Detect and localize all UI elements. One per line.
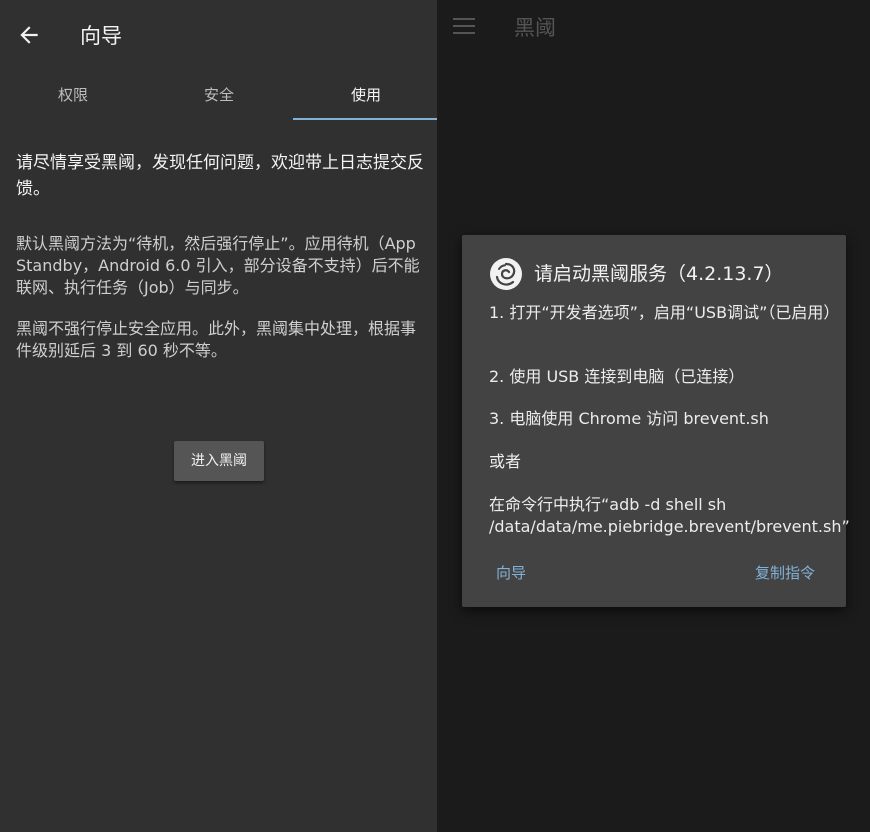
step-enable-usb-debugging: 1. 打开“开发者选项”，启用“USB调试”（已启用） xyxy=(489,303,840,322)
tab-bar: 权限 安全 使用 xyxy=(0,72,437,122)
enter-brevent-button[interactable]: 进入黑阈 xyxy=(174,441,264,481)
copy-command-button[interactable]: 复制指令 xyxy=(755,562,815,584)
intro-text: 请尽情享受黑阈，发现任何问题，欢迎带上日志提交反馈。 xyxy=(16,153,424,199)
processing-description: 黑阈不强行停止安全应用。此外，黑阈集中处理，根据事件级别延后 3 到 60 秒不… xyxy=(16,319,417,360)
dialog-title: 请启动黑阈服务（4.2.13.7） xyxy=(534,263,784,285)
command-instruction: 在命令行中执行“adb -d shell sh /data/data/me.pi… xyxy=(489,495,850,536)
main-screen: 黑阈 请启动黑阈服务（4.2.13.7） 1. 打开“开发者选项”，启用“USB… xyxy=(437,0,870,832)
start-service-dialog: 请启动黑阈服务（4.2.13.7） 1. 打开“开发者选项”，启用“USB调试”… xyxy=(462,235,850,607)
page-title: 向导 xyxy=(80,24,122,48)
method-description: 默认黑阈方法为“待机，然后强行停止”。应用待机（App Standby，Andr… xyxy=(16,234,420,297)
tab-permissions[interactable]: 权限 xyxy=(0,72,146,120)
guide-button[interactable]: 向导 xyxy=(496,562,526,584)
back-arrow-icon[interactable] xyxy=(16,22,42,48)
tab-security[interactable]: 安全 xyxy=(146,72,292,120)
or-label: 或者 xyxy=(489,452,522,471)
wizard-screen: 向导 权限 安全 使用 请尽情享受黑阈，发现任何问题，欢迎带上日志提交反馈。 默… xyxy=(0,0,437,832)
tab-usage[interactable]: 使用 xyxy=(293,72,437,120)
menu-icon[interactable] xyxy=(453,18,475,36)
app-title: 黑阈 xyxy=(514,16,556,40)
step-visit-site: 3. 电脑使用 Chrome 访问 brevent.sh xyxy=(489,409,769,428)
brevent-logo-icon xyxy=(490,258,522,290)
step-connect-usb: 2. 使用 USB 连接到电脑（已连接） xyxy=(489,367,745,386)
